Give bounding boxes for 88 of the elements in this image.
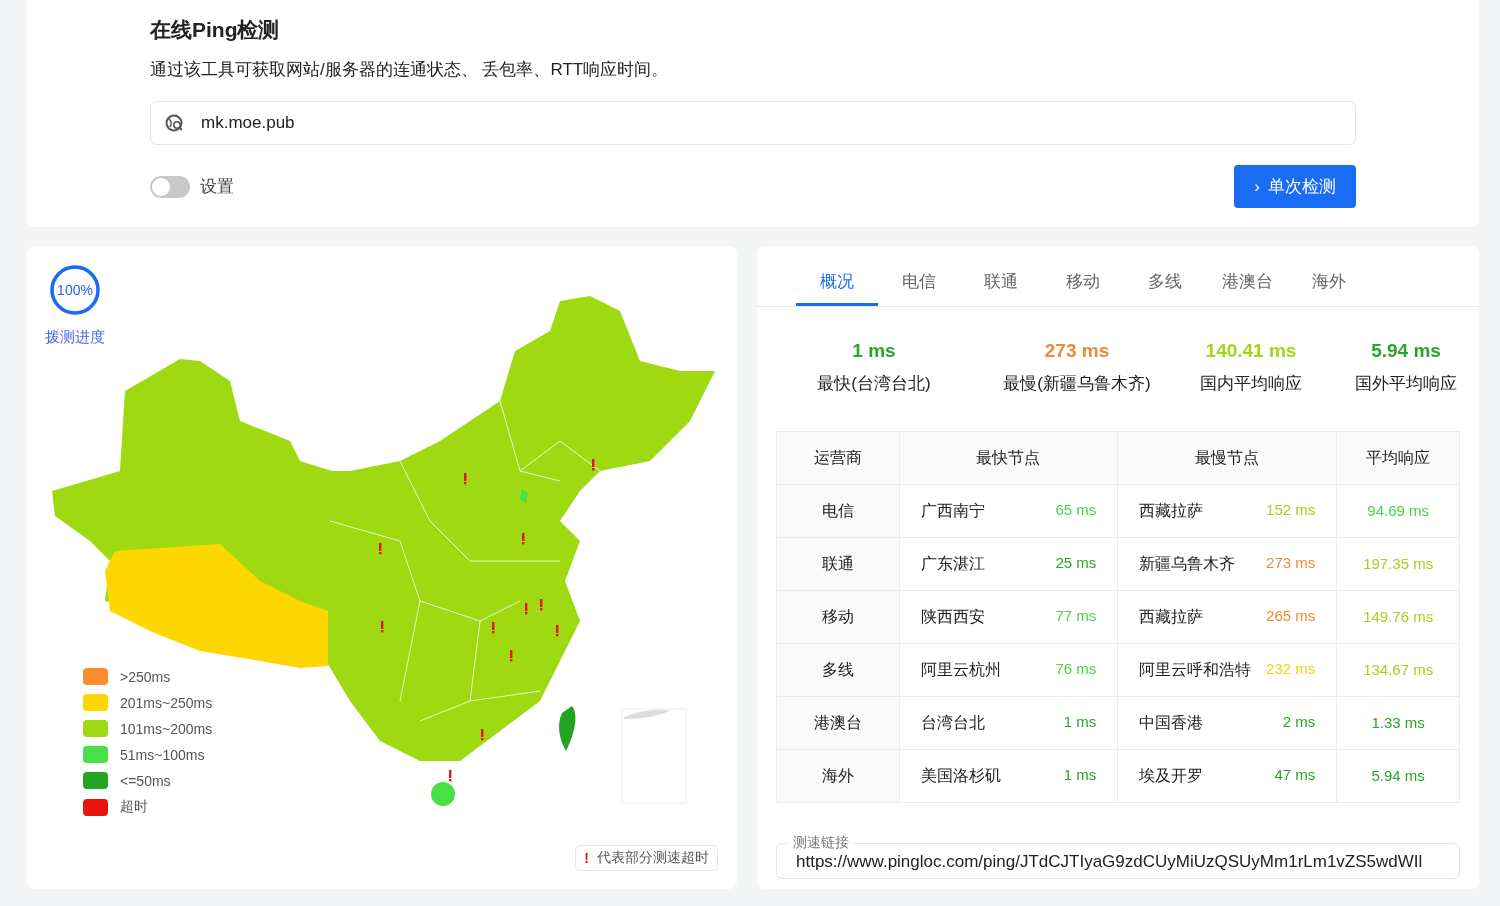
settings-toggle[interactable]: 设置 xyxy=(150,175,234,198)
exclamation-icon xyxy=(510,650,513,662)
small-map-region xyxy=(520,489,528,503)
tab[interactable]: 移动 xyxy=(1042,246,1124,306)
table-cell: 多线 xyxy=(776,643,900,697)
latency-value: 152 ms xyxy=(1266,500,1316,520)
node-name: 台湾台北 xyxy=(920,712,985,733)
node-name: 广西南宁 xyxy=(920,500,985,521)
exclamation-icon xyxy=(381,621,384,633)
latency-value: 77 ms xyxy=(1055,606,1097,626)
node-name: 陕西西安 xyxy=(920,606,985,627)
tab[interactable]: 海外 xyxy=(1288,246,1370,306)
latency-value: 25 ms xyxy=(1055,553,1097,573)
progress-ring xyxy=(49,264,101,316)
stat-value: 140.41 ms xyxy=(1204,340,1298,362)
exclamation-icon: ! xyxy=(584,850,589,866)
table-cell: 移动 xyxy=(776,590,900,644)
latency-value: 76 ms xyxy=(1055,659,1097,679)
legend-label: >250ms xyxy=(120,668,171,685)
stat-label: 国内平均响应 xyxy=(1199,373,1303,395)
field-label: 测速链接 xyxy=(789,833,853,851)
latency-value: 5.94 ms xyxy=(1371,767,1425,784)
latency-value: 94.69 ms xyxy=(1367,502,1429,519)
exclamation-icon xyxy=(556,625,559,637)
exclamation-icon xyxy=(525,603,528,615)
latency-value: 1 ms xyxy=(1063,765,1097,785)
legend-label: 51ms~100ms xyxy=(120,746,205,763)
island-shape xyxy=(431,782,455,806)
exclamation-icon xyxy=(492,622,495,634)
node-name: 中国香港 xyxy=(1139,712,1204,733)
progress-label: 拨测进度 xyxy=(45,328,105,347)
node-name: 埃及开罗 xyxy=(1139,765,1204,786)
node-name: 广东湛江 xyxy=(920,553,985,574)
latency-value: 65 ms xyxy=(1055,500,1097,520)
exclamation-icon xyxy=(481,729,484,741)
latency-value: 232 ms xyxy=(1266,659,1316,679)
node-name: 西藏拉萨 xyxy=(1139,606,1204,627)
tab[interactable]: 多线 xyxy=(1124,246,1206,306)
latency-value: 134.67 ms xyxy=(1363,661,1434,678)
exclamation-icon xyxy=(379,543,382,555)
latency-value: 265 ms xyxy=(1266,606,1316,626)
exclamation-icon xyxy=(449,770,452,782)
stat-label: 最快(台湾台北) xyxy=(816,373,932,395)
stat-value: 1 ms xyxy=(851,340,897,362)
latency-value: 47 ms xyxy=(1274,765,1316,785)
latency-value: 1.33 ms xyxy=(1371,714,1425,731)
latency-value: 273 ms xyxy=(1266,553,1316,573)
stat-value: 5.94 ms xyxy=(1370,340,1442,362)
page-title: 在线Ping检测 xyxy=(150,17,281,43)
table-cell: 电信 xyxy=(776,484,900,538)
table-cell: 港澳台 xyxy=(776,696,900,750)
tab[interactable]: 电信 xyxy=(878,246,960,306)
stat-value: 273 ms xyxy=(1043,340,1111,362)
exclamation-icon xyxy=(592,459,595,471)
node-name: 西藏拉萨 xyxy=(1139,500,1204,521)
node-name: 阿里云杭州 xyxy=(920,659,1001,680)
column-header: 最快节点 xyxy=(899,431,1118,485)
node-name: 阿里云呼和浩特 xyxy=(1139,659,1252,680)
tab[interactable]: 港澳台 xyxy=(1206,246,1288,306)
progress-percent: 100% xyxy=(57,282,93,298)
table-cell: 海外 xyxy=(776,749,900,803)
legend-label: 超时 xyxy=(120,798,148,816)
island-shape xyxy=(559,706,576,751)
check-button[interactable]: › 单次检测 xyxy=(1234,165,1356,208)
legend-label: 101ms~200ms xyxy=(120,720,213,737)
latency-value: 1 ms xyxy=(1063,712,1097,732)
node-name: 新疆乌鲁木齐 xyxy=(1139,553,1236,574)
column-header: 运营商 xyxy=(776,431,900,485)
latency-value: 2 ms xyxy=(1282,712,1316,732)
note-text: 代表部分测速超时 xyxy=(597,849,709,867)
stat-label: 最慢(新疆乌鲁木齐) xyxy=(1002,373,1152,395)
legend-label: <=50ms xyxy=(120,772,171,789)
exclamation-icon xyxy=(464,473,467,485)
exclamation-icon xyxy=(540,599,543,611)
column-header: 最慢节点 xyxy=(1117,431,1337,485)
globe-search-icon xyxy=(165,113,185,133)
page-description: 通过该工具可获取网站/服务器的连通状态、 丢包率、RTT响应时间。 xyxy=(150,59,670,81)
url-field[interactable]: mk.moe.pub xyxy=(150,101,1356,145)
latency-value: 149.76 ms xyxy=(1363,608,1434,625)
latency-value: 197.35 ms xyxy=(1363,555,1434,572)
exclamation-icon xyxy=(522,533,525,545)
legend-label: 201ms~250ms xyxy=(120,694,213,711)
tab[interactable]: 概况 xyxy=(796,246,878,306)
tab[interactable]: 联通 xyxy=(960,246,1042,306)
node-name: 美国洛杉矶 xyxy=(920,765,1001,786)
stat-label: 国外平均响应 xyxy=(1354,373,1458,395)
table-cell: 联通 xyxy=(776,537,900,591)
column-header: 平均响应 xyxy=(1336,431,1460,485)
